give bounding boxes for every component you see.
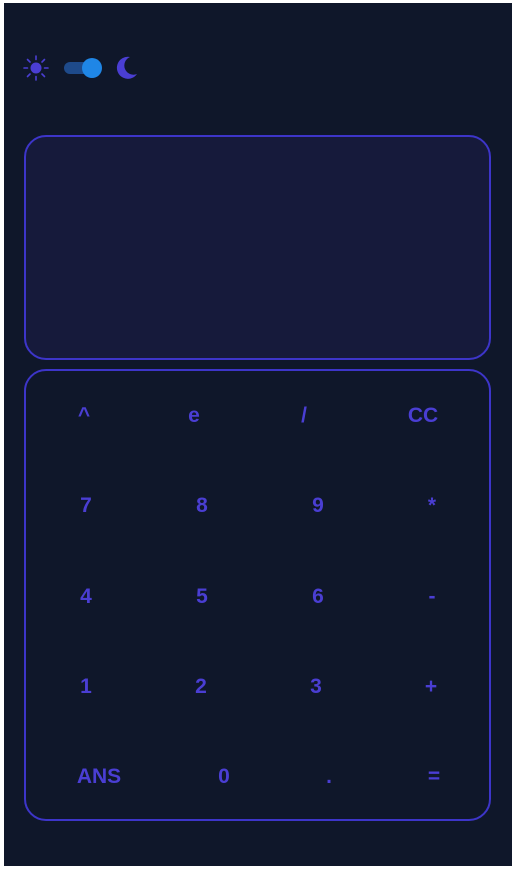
key-1[interactable]: 1 [70, 669, 102, 705]
key-2[interactable]: 2 [185, 669, 217, 705]
key-ans[interactable]: ANS [67, 759, 131, 795]
key-0[interactable]: 0 [208, 759, 240, 795]
theme-toggle[interactable] [64, 58, 102, 78]
key-decimal[interactable]: . [316, 759, 342, 795]
sun-icon [23, 55, 49, 81]
key-5[interactable]: 5 [186, 579, 218, 615]
calculator-app: ^ e / CC 7 8 9 * 4 5 6 - 1 2 3 + ANS 0 .… [4, 3, 512, 866]
theme-switcher [22, 53, 140, 83]
calculator-display [24, 135, 491, 360]
keypad: ^ e / CC 7 8 9 * 4 5 6 - 1 2 3 + ANS 0 .… [24, 369, 491, 821]
key-7[interactable]: 7 [70, 488, 102, 524]
key-multiply[interactable]: * [418, 488, 446, 524]
key-4[interactable]: 4 [70, 579, 102, 615]
key-power[interactable]: ^ [68, 398, 100, 434]
moon-icon [116, 56, 137, 79]
key-6[interactable]: 6 [302, 579, 334, 615]
key-clear[interactable]: CC [398, 398, 448, 434]
key-add[interactable]: + [415, 669, 447, 705]
key-3[interactable]: 3 [300, 669, 332, 705]
key-equals[interactable]: = [418, 759, 450, 795]
key-8[interactable]: 8 [186, 488, 218, 524]
key-subtract[interactable]: - [419, 579, 446, 615]
toggle-knob[interactable] [82, 58, 102, 78]
key-divide[interactable]: / [291, 398, 317, 434]
key-9[interactable]: 9 [302, 488, 334, 524]
key-e[interactable]: e [178, 398, 210, 434]
